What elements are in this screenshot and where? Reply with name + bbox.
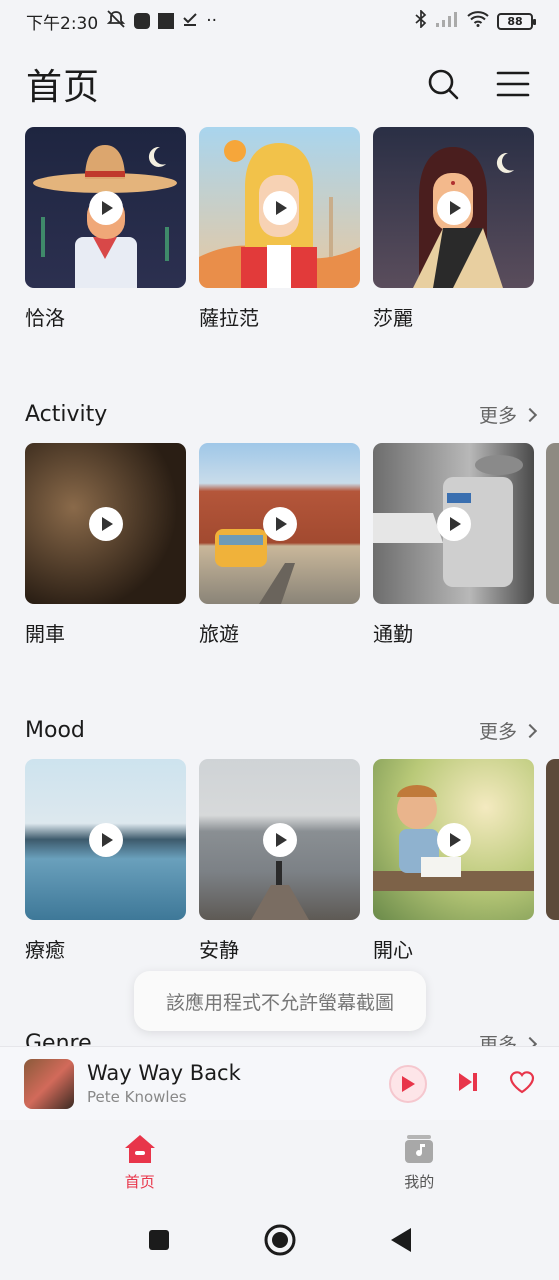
driving-photo bbox=[25, 443, 186, 604]
recents-button[interactable] bbox=[147, 1228, 171, 1256]
triangle-back-icon bbox=[390, 1228, 411, 1252]
player-controls bbox=[389, 1064, 535, 1103]
more-button[interactable]: 更多 bbox=[478, 717, 538, 744]
nav-home-label: 首页 bbox=[124, 1172, 155, 1191]
nav-mine-label: 我的 bbox=[404, 1172, 435, 1191]
mood-card[interactable]: 安静 bbox=[199, 759, 360, 963]
quiet-photo bbox=[199, 759, 360, 920]
play-icon[interactable] bbox=[262, 190, 297, 225]
activity-section-header: Activity 更多 bbox=[25, 401, 538, 428]
app-notification-icon bbox=[158, 13, 175, 29]
home-icon bbox=[124, 1134, 155, 1163]
play-icon[interactable] bbox=[88, 506, 123, 541]
download-done-icon bbox=[182, 11, 198, 32]
mood-next-card-image[interactable] bbox=[546, 759, 559, 920]
search-icon[interactable] bbox=[423, 64, 463, 104]
music-library-icon bbox=[405, 1134, 434, 1163]
play-icon[interactable] bbox=[436, 822, 471, 857]
activity-label: 通勤 bbox=[373, 622, 413, 646]
play-icon[interactable] bbox=[436, 190, 471, 225]
featured-row: 恰洛 薩拉范 莎麗 bbox=[25, 127, 534, 331]
activity-next-card-image[interactable] bbox=[546, 443, 559, 604]
mood-label: 療癒 bbox=[25, 938, 65, 962]
activity-label: 旅遊 bbox=[199, 622, 239, 646]
header: 首页 bbox=[0, 56, 559, 112]
mood-label: 開心 bbox=[373, 938, 413, 962]
featured-card[interactable]: 莎麗 bbox=[373, 127, 534, 331]
now-playing-info[interactable]: Way Way Back Pete Knowles bbox=[87, 1061, 389, 1106]
heart-icon bbox=[509, 1070, 535, 1093]
featured-label: 莎麗 bbox=[373, 306, 413, 330]
chevron-right-icon bbox=[522, 407, 538, 422]
more-label: 更多 bbox=[478, 721, 517, 743]
status-bar: 下午2:30 ·· 88 bbox=[0, 0, 559, 42]
play-icon[interactable] bbox=[88, 822, 123, 857]
bottom-nav: 首页 我的 bbox=[0, 1120, 559, 1204]
activity-label: 開車 bbox=[25, 622, 65, 646]
circle-icon bbox=[264, 1224, 295, 1256]
activity-row: 開車 旅遊 通勤 bbox=[25, 443, 534, 647]
track-artist: Pete Knowles bbox=[87, 1088, 187, 1106]
play-icon[interactable] bbox=[436, 506, 471, 541]
toast-message: 該應用程式不允許螢幕截圖 bbox=[134, 971, 426, 1031]
status-time: 下午2:30 bbox=[26, 13, 99, 34]
nav-home[interactable]: 首页 bbox=[0, 1120, 280, 1204]
play-icon[interactable] bbox=[88, 190, 123, 225]
sombrero-character-image bbox=[25, 127, 186, 288]
mute-icon bbox=[106, 9, 126, 33]
featured-card[interactable]: 恰洛 bbox=[25, 127, 186, 331]
status-right: 88 bbox=[415, 8, 536, 33]
play-icon[interactable] bbox=[262, 822, 297, 857]
mood-card[interactable]: 開心 bbox=[373, 759, 534, 963]
more-button[interactable]: 更多 bbox=[478, 401, 538, 428]
happy-photo bbox=[373, 759, 534, 920]
nav-mine[interactable]: 我的 bbox=[280, 1120, 559, 1204]
album-art[interactable] bbox=[24, 1058, 74, 1109]
activity-card[interactable]: 開車 bbox=[25, 443, 186, 647]
section-title: Activity bbox=[25, 402, 108, 427]
skip-next-icon bbox=[459, 1072, 477, 1091]
status-left: 下午2:30 ·· bbox=[26, 9, 217, 34]
play-icon bbox=[402, 1075, 415, 1092]
next-button[interactable] bbox=[457, 1072, 479, 1096]
favorite-button[interactable] bbox=[509, 1070, 535, 1098]
blonde-girl-character-image bbox=[199, 127, 360, 288]
app-notification-icon bbox=[134, 13, 151, 29]
featured-label: 薩拉范 bbox=[199, 306, 259, 330]
back-button[interactable] bbox=[389, 1227, 413, 1257]
featured-label: 恰洛 bbox=[25, 306, 65, 330]
wifi-icon bbox=[467, 10, 489, 32]
bluetooth-icon bbox=[415, 8, 427, 33]
page-title: 首页 bbox=[26, 67, 101, 108]
system-nav-bar bbox=[0, 1204, 559, 1280]
chevron-right-icon bbox=[522, 723, 538, 738]
mood-section-header: Mood 更多 bbox=[25, 717, 538, 744]
commute-photo bbox=[373, 443, 534, 604]
mood-card[interactable]: 療癒 bbox=[25, 759, 186, 963]
signal-icon bbox=[435, 11, 459, 32]
battery-icon: 88 bbox=[497, 12, 536, 30]
menu-icon[interactable] bbox=[493, 64, 533, 104]
mood-row: 療癒 安静 開心 bbox=[25, 759, 534, 963]
travel-photo bbox=[199, 443, 360, 604]
more-notifications-icon: ·· bbox=[206, 11, 217, 31]
more-label: 更多 bbox=[478, 405, 517, 427]
play-icon[interactable] bbox=[262, 506, 297, 541]
play-button[interactable] bbox=[389, 1064, 427, 1103]
activity-card[interactable]: 旅遊 bbox=[199, 443, 360, 647]
activity-card[interactable]: 通勤 bbox=[373, 443, 534, 647]
mood-label: 安静 bbox=[199, 938, 239, 962]
square-icon bbox=[148, 1230, 169, 1250]
healing-photo bbox=[25, 759, 186, 920]
saree-woman-character-image bbox=[373, 127, 534, 288]
home-button[interactable] bbox=[264, 1224, 296, 1260]
mini-player[interactable]: Way Way Back Pete Knowles bbox=[0, 1046, 559, 1120]
section-title: Mood bbox=[25, 718, 85, 743]
track-title: Way Way Back bbox=[87, 1061, 241, 1085]
featured-card[interactable]: 薩拉范 bbox=[199, 127, 360, 331]
